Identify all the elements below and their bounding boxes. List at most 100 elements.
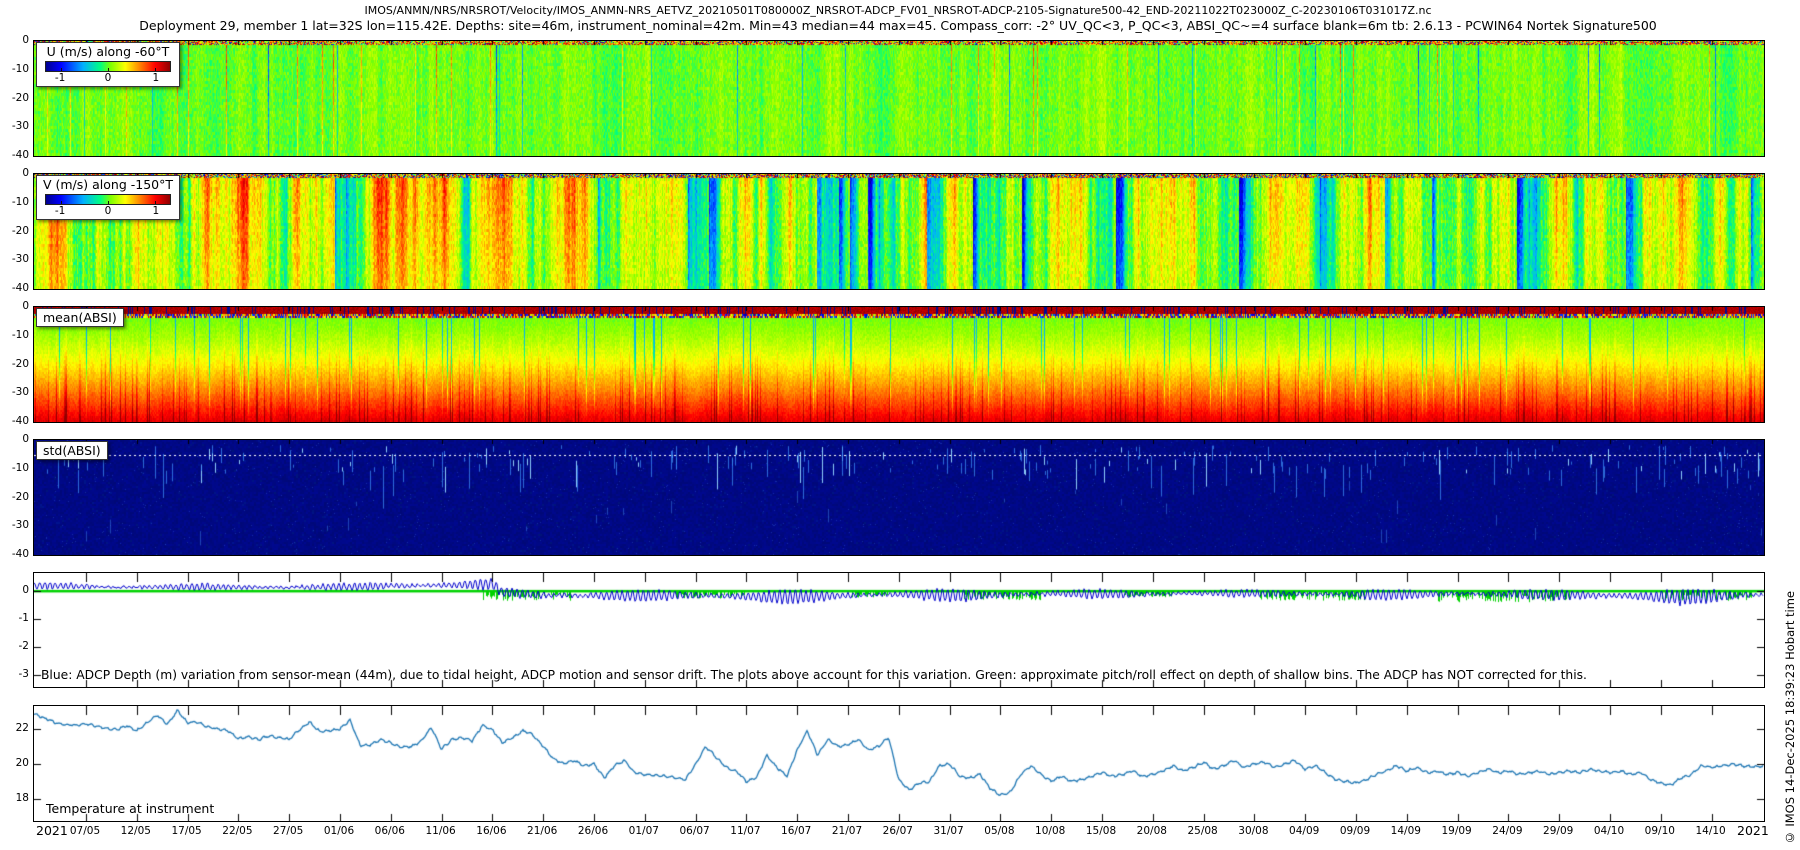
x-tick-label: 11/06	[425, 825, 455, 837]
x-tick-label: 26/07	[883, 825, 913, 837]
x-tick-label: 12/05	[121, 825, 151, 837]
year-label-right: 2021	[1737, 823, 1769, 838]
colorbar-tick-label: -1	[55, 205, 65, 217]
panel-u-velocity	[33, 40, 1765, 157]
y-tick-label: 20	[2, 757, 29, 769]
y-tick-label: -3	[2, 668, 29, 680]
y-tick-label: 0	[2, 433, 29, 445]
x-tick-label: 16/06	[476, 825, 506, 837]
y-tick-label: -20	[2, 92, 29, 104]
u-jet-colorbar	[45, 61, 171, 72]
y-tick-label: -30	[2, 386, 29, 398]
u-velocity-heatmap-canvas	[34, 41, 1764, 156]
y-tick-label: 22	[2, 722, 29, 734]
std-absi-heatmap-canvas	[34, 440, 1764, 555]
x-tick-label: 07/05	[70, 825, 100, 837]
x-tick-label: 01/07	[629, 825, 659, 837]
y-tick-label: -40	[2, 548, 29, 560]
std-absi-label: std(ABSI)	[36, 441, 108, 460]
x-tick-label: 20/08	[1137, 825, 1167, 837]
u-legend-title: U (m/s) along -60°T	[37, 43, 179, 60]
colorbar-tick-label: 1	[153, 205, 160, 217]
title-line-2: Deployment 29, member 1 lat=32S lon=115.…	[33, 18, 1763, 33]
temperature-line-canvas	[34, 706, 1764, 821]
y-tick-label: -30	[2, 120, 29, 132]
x-tick-label: 30/08	[1238, 825, 1268, 837]
y-tick-label: -40	[2, 415, 29, 427]
y-tick-label: -10	[2, 462, 29, 474]
x-tick-label: 25/08	[1187, 825, 1217, 837]
panel-v-velocity	[33, 173, 1765, 290]
y-tick-label: 0	[2, 300, 29, 312]
y-tick-label: -2	[2, 640, 29, 652]
colorbar-tick	[61, 68, 62, 71]
imos-copyright-watermark: © IMOS 14-Dec-2025 18:39:23 Hobart time	[1783, 591, 1797, 844]
v-legend-title: V (m/s) along -150°T	[37, 176, 179, 193]
colorbar-tick	[108, 201, 109, 204]
x-tick-label: 09/10	[1645, 825, 1675, 837]
v-velocity-heatmap-canvas	[34, 174, 1764, 289]
x-tick-label: 21/07	[832, 825, 862, 837]
y-tick-label: -20	[2, 491, 29, 503]
y-tick-label: 18	[2, 792, 29, 804]
y-tick-label: 0	[2, 167, 29, 179]
year-label-left: 2021	[36, 823, 68, 838]
u-colorbar-ticklabels: -1 0 1	[45, 72, 171, 86]
colorbar-tick	[61, 201, 62, 204]
x-tick-label: 17/05	[171, 825, 201, 837]
x-tick-label: 31/07	[933, 825, 963, 837]
x-tick-label: 14/09	[1391, 825, 1421, 837]
y-tick-label: -10	[2, 63, 29, 75]
panel-std-absi	[33, 439, 1765, 556]
x-tick-label: 24/09	[1492, 825, 1522, 837]
x-tick-label: 19/09	[1441, 825, 1471, 837]
x-tick-label: 15/08	[1086, 825, 1116, 837]
x-tick-label: 26/06	[578, 825, 608, 837]
y-tick-label: -20	[2, 358, 29, 370]
u-legend: U (m/s) along -60°T -1 0 1	[36, 42, 180, 87]
x-tick-label: 09/09	[1340, 825, 1370, 837]
x-tick-label: 06/07	[679, 825, 709, 837]
y-tick-label: -40	[2, 282, 29, 294]
panel-mean-absi	[33, 306, 1765, 423]
figure: IMOS/ANMN/NRS/NRSROT/Velocity/IMOS_ANMN-…	[0, 0, 1800, 850]
y-tick-label: -20	[2, 225, 29, 237]
depth-variation-note: Blue: ADCP Depth (m) variation from sens…	[41, 668, 1587, 682]
x-tick-label: 10/08	[1035, 825, 1065, 837]
x-tick-label: 16/07	[781, 825, 811, 837]
title-line-1: IMOS/ANMN/NRS/NRSROT/Velocity/IMOS_ANMN-…	[33, 4, 1763, 17]
x-tick-label: 22/05	[222, 825, 252, 837]
x-tick-label: 21/06	[527, 825, 557, 837]
v-jet-colorbar	[45, 194, 171, 205]
mean-absi-label: mean(ABSI)	[36, 308, 124, 327]
x-tick-label: 14/10	[1695, 825, 1725, 837]
y-tick-label: -40	[2, 149, 29, 161]
x-tick-label: 11/07	[730, 825, 760, 837]
colorbar-tick	[155, 68, 156, 71]
x-tick-label: 27/05	[273, 825, 303, 837]
x-tick-label: 06/06	[375, 825, 405, 837]
y-tick-label: -30	[2, 519, 29, 531]
x-tick-label: 29/09	[1543, 825, 1573, 837]
v-legend: V (m/s) along -150°T -1 0 1	[36, 175, 180, 220]
v-colorbar-ticklabels: -1 0 1	[45, 205, 171, 219]
y-tick-label: -10	[2, 196, 29, 208]
x-tick-label: 01/06	[324, 825, 354, 837]
y-tick-label: 0	[2, 584, 29, 596]
y-tick-label: 0	[2, 34, 29, 46]
y-tick-label: -30	[2, 253, 29, 265]
temperature-label: Temperature at instrument	[46, 801, 214, 816]
colorbar-tick-label: 0	[105, 72, 112, 84]
colorbar-tick	[155, 201, 156, 204]
y-tick-label: -10	[2, 329, 29, 341]
y-tick-label: -1	[2, 612, 29, 624]
x-tick-label: 04/10	[1594, 825, 1624, 837]
colorbar-tick-label: -1	[55, 72, 65, 84]
colorbar-tick-label: 0	[105, 205, 112, 217]
mean-absi-heatmap-canvas	[34, 307, 1764, 422]
colorbar-tick-label: 1	[153, 72, 160, 84]
panel-temperature	[33, 705, 1765, 822]
colorbar-tick	[108, 68, 109, 71]
x-tick-label: 04/09	[1289, 825, 1319, 837]
x-tick-label: 05/08	[984, 825, 1014, 837]
